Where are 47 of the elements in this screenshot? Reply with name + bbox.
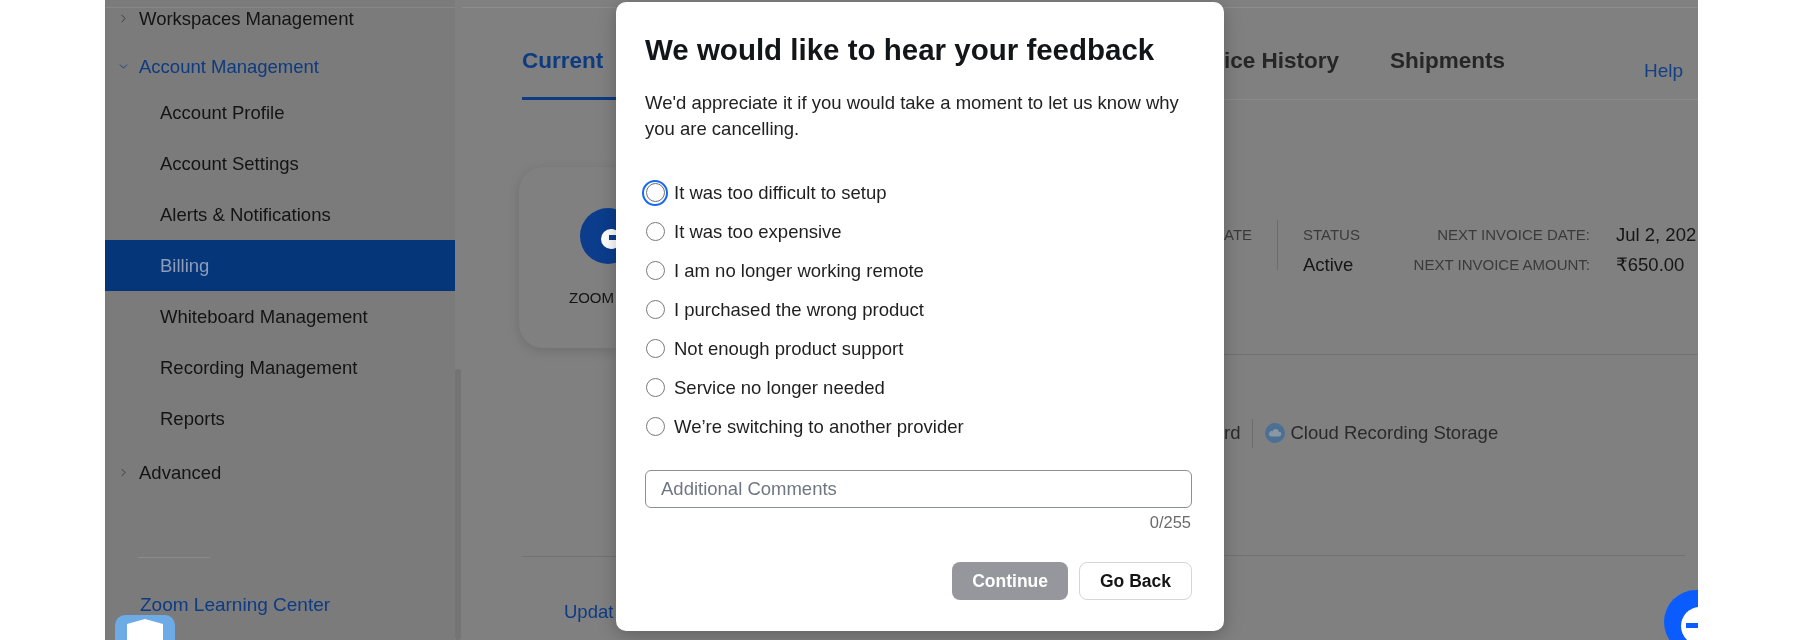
radio-button[interactable] xyxy=(642,179,668,206)
sidebar-item[interactable]: Alerts & Notifications xyxy=(105,189,455,240)
learning-center-link[interactable]: Zoom Learning Center xyxy=(140,593,331,617)
radio-button[interactable] xyxy=(645,339,665,358)
invoice-value: Jul 2, 202 xyxy=(1616,223,1697,247)
sidebar-item[interactable]: Whiteboard Management xyxy=(105,291,455,342)
dialog-title: We would like to hear your feedback xyxy=(645,32,1156,68)
comments-field[interactable]: Additional Comments xyxy=(645,470,1192,508)
option-label: I purchased the wrong product xyxy=(674,298,924,321)
radio-button[interactable] xyxy=(645,222,665,241)
sidebar-group[interactable]: Advanced xyxy=(105,448,455,497)
option-label: It was too difficult to setup xyxy=(674,181,887,204)
chat-button[interactable] xyxy=(1664,590,1698,640)
invoice-label: NEXT INVOICE DATE: xyxy=(1437,225,1590,245)
invoice-value: ₹650.00 xyxy=(1616,253,1685,277)
column-label: STATUS xyxy=(1303,225,1360,245)
secondary-button[interactable]: Go Back xyxy=(1079,562,1192,600)
sidebar-item[interactable]: Billing xyxy=(105,240,455,291)
feature-label: rd xyxy=(1224,422,1241,444)
plan-name: ZOOM xyxy=(569,289,614,307)
cloud-icon xyxy=(1265,423,1286,443)
sidebar-item[interactable]: Account Settings xyxy=(105,138,455,189)
tab[interactable]: ice History xyxy=(1224,47,1340,99)
help-link[interactable]: Help xyxy=(1643,60,1683,82)
column-label: ATE xyxy=(1224,225,1253,245)
radio-button[interactable] xyxy=(645,300,665,319)
radio-button[interactable] xyxy=(645,261,665,280)
sidebar-item[interactable]: Recording Management xyxy=(105,342,455,393)
shield-icon[interactable] xyxy=(115,615,175,640)
feature-label: Cloud Recording Storage xyxy=(1290,422,1499,444)
dialog-description: We'd appreciate it if you would take a moment to let us know why you are cancelling. xyxy=(645,91,1180,141)
invoice-label: NEXT INVOICE AMOUNT: xyxy=(1413,255,1590,275)
sidebar-item[interactable]: Reports xyxy=(105,393,455,444)
radio-button[interactable] xyxy=(645,417,665,436)
option-label: We’re switching to another provider xyxy=(674,415,964,438)
status-value: Active xyxy=(1303,253,1354,277)
character-counter: 0/255 xyxy=(1149,512,1191,532)
option-label: Not enough product support xyxy=(674,337,904,360)
update-link[interactable]: Updat xyxy=(564,601,614,623)
radio-button[interactable] xyxy=(645,378,665,397)
tab[interactable]: Shipments xyxy=(1390,47,1506,99)
option-label: Service no longer needed xyxy=(674,376,885,399)
sidebar-item[interactable]: Account Profile xyxy=(105,87,455,138)
option-label: I am no longer working remote xyxy=(674,259,924,282)
sidebar-group[interactable]: Workspaces Management xyxy=(105,8,455,42)
option-label: It was too expensive xyxy=(674,220,842,243)
sidebar-group[interactable]: Account Management xyxy=(105,42,455,87)
